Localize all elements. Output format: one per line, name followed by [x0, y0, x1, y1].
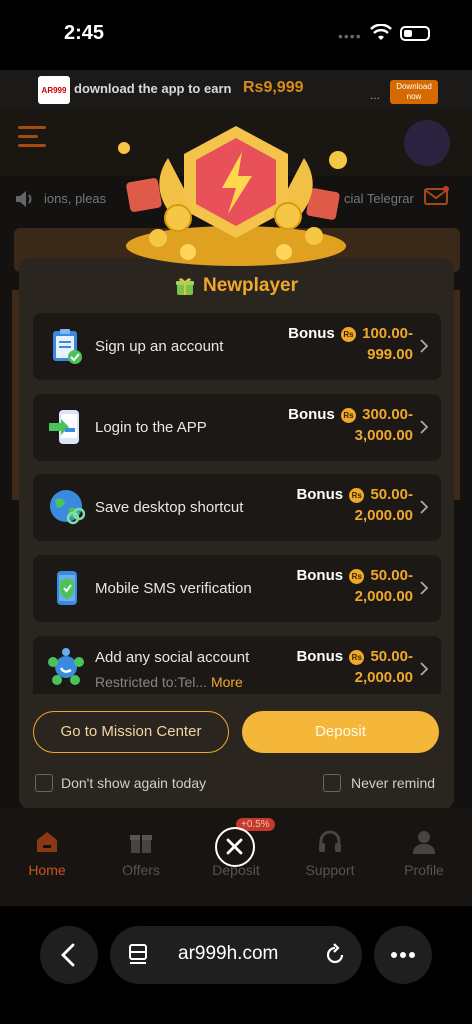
bonus-range-start: 50.00- [370, 567, 413, 584]
clipboard-check-icon [53, 329, 82, 364]
rupee-coin-icon: Rs [349, 569, 365, 584]
bonus-amount: Bonus Rs 50.00- 2,000.00 [296, 484, 413, 526]
bonus-amount: Bonus Rs 50.00- 2,000.00 [296, 646, 413, 688]
rupee-coin-icon: Rs [349, 488, 365, 503]
globe-link-icon [50, 490, 85, 525]
browser-back-button[interactable] [40, 926, 98, 984]
chevron-right-icon [420, 420, 429, 434]
more-dots-icon [391, 952, 415, 958]
rupee-coin-icon: Rs [340, 327, 356, 342]
go-to-mission-center-button[interactable]: Go to Mission Center [33, 711, 229, 753]
nav-profile[interactable]: Profile [384, 828, 464, 878]
more-link[interactable]: More [211, 674, 243, 690]
nav-offers[interactable]: Offers [101, 828, 181, 878]
bonus-range-end: 2,000.00 [354, 507, 413, 524]
task-label: Login to the APP [95, 419, 207, 436]
nav-home[interactable]: Home [7, 828, 87, 878]
restriction-text: Restricted to:Tel... [95, 674, 208, 690]
bonus-range-end: 3,000.00 [354, 427, 413, 444]
bonus-amount: Bonus Rs 300.00- 3,000.00 [288, 404, 413, 446]
reload-icon[interactable] [324, 942, 346, 966]
battery-icon [400, 26, 430, 41]
bonus-range-start: 100.00- [362, 325, 413, 342]
rupee-coin-icon: Rs [340, 408, 356, 423]
rupee-coin-icon: Rs [349, 650, 365, 665]
task-restriction-text: Restricted to:Tel... More [95, 674, 243, 690]
status-time: 2:45 [64, 22, 105, 44]
lightning-trophy-icon [118, 126, 347, 266]
bonus-range-start: 50.00- [370, 648, 413, 665]
browser-url[interactable]: ar999h.com [178, 943, 278, 965]
chevron-right-icon [420, 339, 429, 353]
close-icon [226, 838, 243, 855]
bonus-label: Bonus [296, 486, 344, 503]
chevron-left-icon [61, 943, 75, 967]
bonus-range-start: 50.00- [370, 486, 413, 503]
page-menu-icon[interactable] [128, 943, 148, 965]
bonus-label: Bonus [296, 567, 344, 584]
bonus-label: Bonus [288, 406, 335, 423]
task-item-desktop-shortcut[interactable]: Save desktop shortcut Bonus Rs 50.00- 2,… [33, 474, 441, 541]
bonus-range-end: 2,000.00 [354, 669, 413, 686]
headset-icon [319, 830, 341, 852]
gift-icon [175, 278, 194, 295]
bonus-range-start: 300.00- [362, 406, 413, 423]
task-item-social-account[interactable]: Add any social account Restricted to:Tel… [33, 636, 441, 694]
dont-show-today-checkbox[interactable] [35, 774, 53, 792]
user-icon [413, 831, 435, 854]
nav-support[interactable]: Support [290, 828, 370, 878]
marquee-text-right: cial Telegrar [344, 191, 414, 206]
nav-label: Profile [404, 862, 444, 878]
mail-icon[interactable] [424, 186, 450, 206]
dont-show-today-label[interactable]: Don't show again today [61, 775, 206, 791]
nav-label: Home [28, 862, 66, 878]
task-label: Sign up an account [95, 338, 224, 355]
modal-title: Newplayer [202, 275, 299, 296]
chevron-right-icon [420, 662, 429, 676]
home-icon [37, 832, 57, 852]
nav-label: Offers [122, 862, 160, 878]
bonus-range-end: 2,000.00 [354, 588, 413, 605]
marquee-text-left: ions, pleas [44, 191, 107, 206]
bonus-label: Bonus [296, 648, 344, 665]
bonus-amount: Bonus Rs 50.00- 2,000.00 [296, 565, 413, 607]
bonus-amount: Bonus Rs 100.00- 999.00 [288, 323, 413, 365]
menu-icon[interactable] [18, 126, 46, 152]
task-item-signup[interactable]: Sign up an account Bonus Rs 100.00- 999.… [33, 313, 441, 380]
avatar-icon[interactable] [404, 120, 450, 166]
banner-text: download the app to earn [74, 81, 232, 96]
bonus-range-end: 999.00 [367, 346, 413, 363]
never-remind-checkbox[interactable] [323, 774, 341, 792]
banner-ellipsis: ... [370, 88, 381, 102]
close-modal-button[interactable] [215, 827, 255, 867]
chevron-right-icon [420, 581, 429, 595]
speaker-icon [16, 191, 32, 207]
signal-icon: •••• [338, 28, 362, 44]
banner-amount: Rs9,999 [243, 79, 304, 96]
task-item-login-app[interactable]: Login to the APP Bonus Rs 300.00- 3,000.… [33, 394, 441, 461]
never-remind-label[interactable]: Never remind [351, 775, 435, 791]
social-network-icon [48, 648, 84, 685]
chevron-right-icon [420, 500, 429, 514]
bonus-label: Bonus [288, 325, 335, 342]
phone-login-icon [49, 410, 79, 444]
task-label: Mobile SMS verification [95, 580, 252, 597]
deposit-button[interactable]: Deposit [242, 711, 439, 753]
shield-phone-icon [57, 571, 77, 605]
wifi-icon [370, 24, 392, 40]
browser-more-button[interactable] [374, 926, 432, 984]
gift-icon [130, 835, 152, 853]
banner-logo: AR999 [38, 76, 70, 104]
task-label: Save desktop shortcut [95, 499, 244, 516]
task-item-sms-verification[interactable]: Mobile SMS verification Bonus Rs 50.00- … [33, 555, 441, 622]
nav-label: Support [305, 862, 355, 878]
download-now-button[interactable]: Download now [390, 80, 438, 104]
modal-header: Newplayer [19, 272, 454, 300]
task-label: Add any social account [95, 649, 250, 666]
